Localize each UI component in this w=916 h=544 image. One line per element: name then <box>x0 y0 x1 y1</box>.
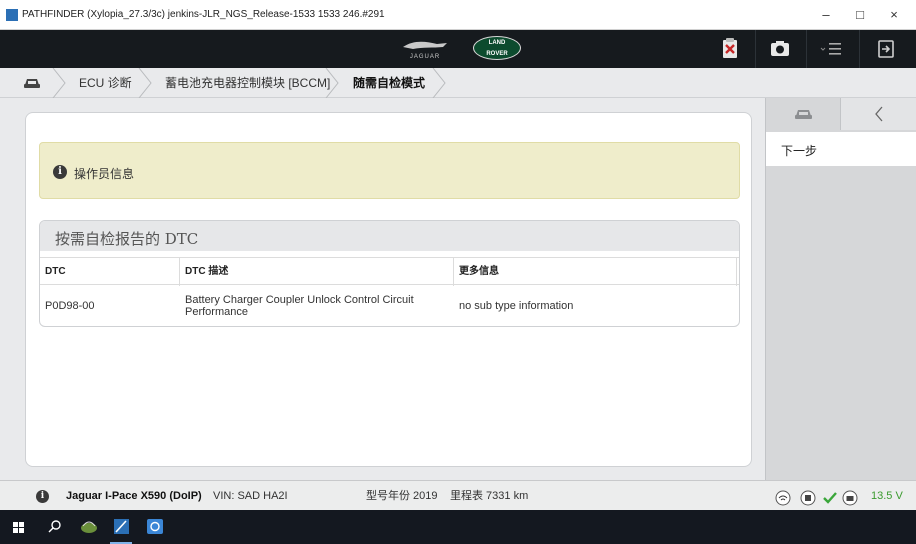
vehicle-tab[interactable] <box>766 98 841 130</box>
column-header-dtc[interactable]: DTC <box>40 258 180 286</box>
jaguar-logo-text: JAGUAR <box>410 54 440 60</box>
car-icon <box>795 110 812 119</box>
window-title: PATHFINDER (Xylopia_27.3/3c) jenkins-JLR… <box>22 9 385 20</box>
back-tab[interactable] <box>841 98 916 130</box>
column-header-more-info[interactable]: 更多信息 <box>454 258 737 286</box>
header-divider <box>755 30 756 68</box>
exit-icon[interactable] <box>872 36 900 62</box>
land-rover-logo-line1: LAND <box>488 40 506 46</box>
info-icon: i <box>53 165 67 179</box>
back-icon <box>875 106 883 122</box>
right-panel: 下一步 <box>765 98 916 480</box>
close-button[interactable]: × <box>877 4 911 26</box>
clipboard-icon[interactable] <box>716 36 744 62</box>
header-divider <box>859 30 860 68</box>
vin-label: VIN: SAD HA2I <box>213 490 288 502</box>
dtc-panel-header: 按需自检报告的 DTC <box>40 221 739 251</box>
taskbar-app-icon[interactable] <box>74 510 104 544</box>
battery-icon <box>842 488 858 506</box>
next-step-item[interactable]: 下一步 <box>766 132 916 166</box>
app-header: JAGUAR LAND ROVER <box>0 30 916 68</box>
os-taskbar <box>0 510 916 544</box>
breadcrumb-separator <box>52 68 66 98</box>
maximize-button[interactable]: □ <box>843 4 877 26</box>
table-header: DTC DTC 描述 更多信息 <box>40 257 739 286</box>
odometer: 里程表 7331 km <box>450 490 529 502</box>
land-rover-logo: LAND ROVER <box>473 36 521 60</box>
car-icon[interactable] <box>22 68 42 98</box>
next-step-label: 下一步 <box>781 144 818 158</box>
dtc-description-cell: Battery Charger Coupler Unlock Control C… <box>185 294 414 318</box>
breadcrumb-on-demand-self-test[interactable]: 随需自检模式 <box>353 68 425 98</box>
dtc-panel: 按需自检报告的 DTC DTC DTC 描述 更多信息 P0D98-00 Bat… <box>39 220 740 327</box>
menu-icon[interactable] <box>818 36 846 62</box>
main-content: i 操作员信息 按需自检报告的 DTC DTC DTC 描述 更多信息 P0D9… <box>0 98 765 480</box>
taskbar-remote-icon[interactable] <box>140 510 170 544</box>
column-header-description[interactable]: DTC 描述 <box>180 258 454 286</box>
content-card: i 操作员信息 按需自检报告的 DTC DTC DTC 描述 更多信息 P0D9… <box>25 112 752 467</box>
header-divider <box>806 30 807 68</box>
land-rover-logo-line2: ROVER <box>486 51 508 57</box>
breadcrumb-ecu-diagnosis[interactable]: ECU 诊断 <box>79 68 132 98</box>
model-year: 型号年份 2019 <box>366 490 438 502</box>
app-icon <box>6 9 18 21</box>
status-bar: i Jaguar I-Pace X590 (DoIP) VIN: SAD HA2… <box>0 480 916 510</box>
info-icon[interactable]: i <box>36 490 49 503</box>
check-icon <box>822 488 838 504</box>
breadcrumb: ECU 诊断 蓄电池充电器控制模块 [BCCM] 随需自检模式 <box>0 68 916 98</box>
pathfinder-taskbar-icon[interactable] <box>106 510 136 544</box>
wifi-icon <box>775 488 791 506</box>
window-titlebar: PATHFINDER (Xylopia_27.3/3c) jenkins-JLR… <box>0 0 916 30</box>
start-icon[interactable] <box>4 510 34 544</box>
dtc-panel-title: 按需自检报告的 DTC <box>55 230 199 248</box>
camera-icon[interactable] <box>766 36 794 62</box>
minimize-button[interactable]: – <box>809 4 843 26</box>
battery-voltage: 13.5 V <box>871 490 903 502</box>
operator-info-box: i 操作员信息 <box>39 142 740 199</box>
breadcrumb-separator <box>325 68 339 98</box>
ecu-icon <box>800 488 816 506</box>
dtc-code-cell: P0D98-00 <box>45 300 95 312</box>
operator-info-label: 操作员信息 <box>74 167 135 181</box>
jaguar-logo: JAGUAR <box>395 38 455 60</box>
dtc-more-info-cell: no sub type information <box>459 300 574 312</box>
search-icon[interactable] <box>40 510 70 544</box>
table-row[interactable]: P0D98-00 Battery Charger Coupler Unlock … <box>40 285 739 326</box>
breadcrumb-bccm[interactable]: 蓄电池充电器控制模块 [BCCM] <box>165 68 330 98</box>
vehicle-name: Jaguar I-Pace X590 (DoIP) <box>66 490 202 502</box>
breadcrumb-separator <box>432 68 446 98</box>
breadcrumb-separator <box>138 68 152 98</box>
